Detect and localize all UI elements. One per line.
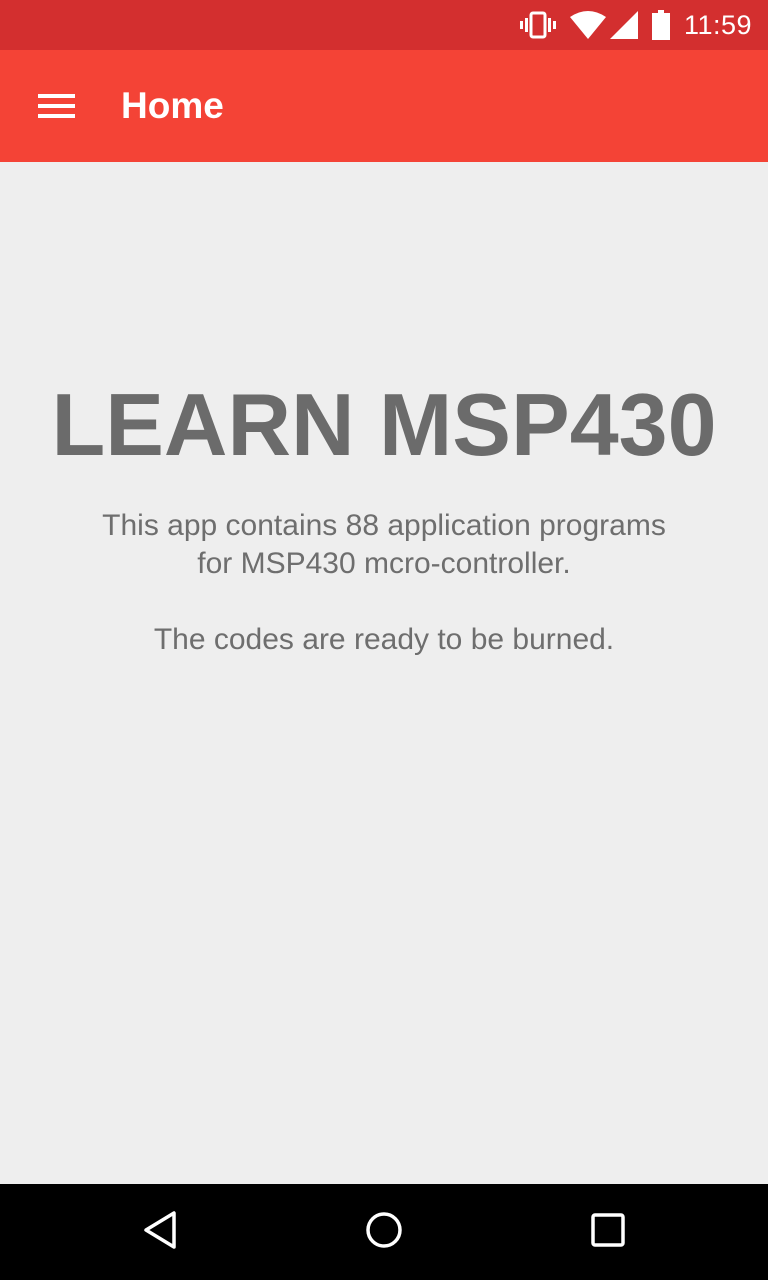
- recents-icon: [590, 1212, 626, 1253]
- back-icon: [142, 1210, 178, 1255]
- description-text: This app contains 88 application program…: [102, 509, 666, 580]
- battery-icon: [651, 10, 670, 40]
- navigation-bar: [0, 1184, 768, 1280]
- app-bar: Home: [0, 50, 768, 162]
- cell-signal-icon: [609, 11, 638, 39]
- back-button[interactable]: [110, 1184, 210, 1280]
- recents-button[interactable]: [558, 1184, 658, 1280]
- status-time: 11:59: [683, 9, 752, 40]
- status-bar: 11:59: [0, 0, 768, 50]
- menu-icon: [20, 70, 92, 142]
- wifi-icon: [569, 11, 606, 39]
- home-icon: [364, 1210, 404, 1255]
- status-icons: 11:59: [506, 0, 752, 50]
- home-button[interactable]: [334, 1184, 434, 1280]
- main-content: LEARN MSP430 This app contains 88 applic…: [0, 162, 768, 1184]
- screen: 11:59 Home LEARN MSP430 This app contain…: [0, 0, 768, 1280]
- menu-button[interactable]: [20, 70, 92, 142]
- note-text: The codes are ready to be burned.: [153, 623, 615, 656]
- headline: LEARN MSP430: [51, 375, 717, 474]
- page-title: Home: [121, 85, 224, 126]
- vibrate-icon: [519, 11, 556, 39]
